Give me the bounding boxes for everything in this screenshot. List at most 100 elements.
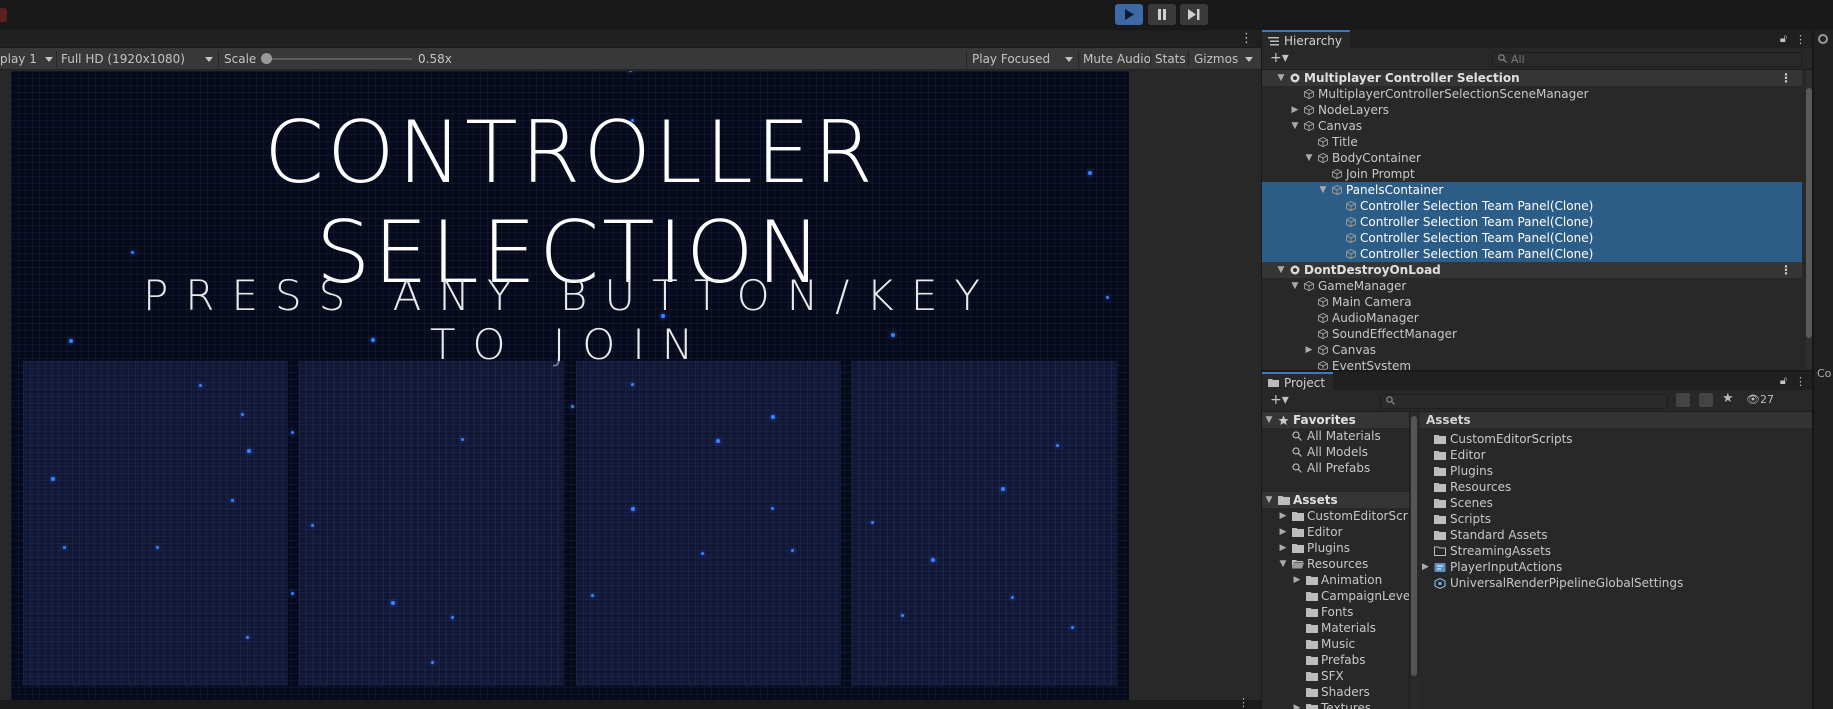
collapsed-arrow-icon[interactable]: ▶ <box>1292 700 1302 709</box>
asset-item[interactable]: Scenes <box>1420 495 1812 511</box>
hierarchy-item[interactable]: EventSystem <box>1262 358 1802 370</box>
collapsed-arrow-icon[interactable]: ▶ <box>1292 572 1302 588</box>
chevron-down-icon[interactable] <box>1245 57 1253 62</box>
filter-by-label-icon[interactable] <box>1699 393 1713 407</box>
expanded-arrow-icon[interactable]: ▼ <box>1264 412 1274 428</box>
pause-button[interactable] <box>1148 4 1176 25</box>
mute-audio-toggle[interactable]: Mute Audio <box>1083 48 1151 70</box>
project-tree-section[interactable]: ▼ Assets <box>1262 492 1409 508</box>
asset-item[interactable]: CustomEditorScripts <box>1420 431 1812 447</box>
tab-hierarchy[interactable]: Hierarchy <box>1262 30 1351 48</box>
step-button[interactable] <box>1180 4 1208 25</box>
collapsed-arrow-icon[interactable]: ▶ <box>1304 342 1314 358</box>
hierarchy-item[interactable]: Title <box>1262 134 1802 150</box>
collapsed-arrow-icon[interactable]: ▶ <box>1422 559 1429 575</box>
display-dropdown[interactable]: play 1 <box>0 48 37 70</box>
expanded-arrow-icon[interactable]: ▼ <box>1318 182 1328 198</box>
star-icon[interactable]: ★ <box>1722 391 1734 406</box>
project-tree-item[interactable]: ▶ Plugins <box>1262 540 1409 556</box>
project-tree-item[interactable]: Materials <box>1262 620 1409 636</box>
gizmos-toggle[interactable]: Gizmos <box>1194 48 1238 70</box>
project-tree-item[interactable]: All Materials <box>1262 428 1409 444</box>
collapsed-arrow-icon[interactable]: ▶ <box>1278 540 1288 556</box>
stats-toggle[interactable]: Stats <box>1155 48 1186 70</box>
hierarchy-item[interactable]: Main Camera <box>1262 294 1802 310</box>
hierarchy-item[interactable]: Controller Selection Team Panel(Clone) <box>1262 198 1802 214</box>
create-asset-button[interactable]: +▾ <box>1270 393 1289 407</box>
lock-icon[interactable]: 🔓︎ <box>1780 32 1787 46</box>
search-by-type-icon[interactable] <box>1676 393 1690 407</box>
expanded-arrow-icon[interactable]: ▼ <box>1290 278 1300 294</box>
asset-item[interactable]: Standard Assets <box>1420 527 1812 543</box>
hierarchy-item[interactable]: ▼ BodyContainer <box>1262 150 1802 166</box>
project-tree-item[interactable]: CampaignLeve <box>1262 588 1409 604</box>
project-tree-item[interactable]: ▶ Animation <box>1262 572 1409 588</box>
hierarchy-item[interactable]: Controller Selection Team Panel(Clone) <box>1262 214 1802 230</box>
expanded-arrow-icon[interactable]: ▼ <box>1304 150 1314 166</box>
kebab-menu-icon[interactable]: ⋮ <box>1795 33 1806 46</box>
project-search-input[interactable] <box>1380 394 1668 409</box>
inspector-icon[interactable] <box>1818 34 1828 44</box>
hierarchy-item[interactable]: Controller Selection Team Panel(Clone) <box>1262 230 1802 246</box>
asset-item[interactable]: Resources <box>1420 479 1812 495</box>
collapsed-arrow-icon[interactable]: ▶ <box>1278 508 1288 524</box>
project-tree-item[interactable]: ▶ Editor <box>1262 524 1409 540</box>
hidden-packages-toggle[interactable]: 👁︎27 <box>1746 393 1774 406</box>
hierarchy-item[interactable]: Join Prompt <box>1262 166 1802 182</box>
asset-item[interactable]: ▶ PlayerInputActions <box>1420 559 1812 575</box>
hierarchy-item[interactable]: ▼ Canvas <box>1262 118 1802 134</box>
collapsed-arrow-icon[interactable]: ▶ <box>1290 102 1300 118</box>
hierarchy-item[interactable]: AudioManager <box>1262 310 1802 326</box>
project-tree-section[interactable]: ▼ Favorites <box>1262 412 1409 428</box>
scale-slider-track[interactable] <box>266 58 412 60</box>
hierarchy-search-input[interactable]: All <box>1492 52 1802 67</box>
folder-tree-scrollbar[interactable] <box>1410 412 1418 709</box>
asset-item[interactable]: StreamingAssets <box>1420 543 1812 559</box>
kebab-menu-icon[interactable]: ⋮ <box>1780 70 1792 86</box>
scale-slider-handle[interactable] <box>261 53 272 64</box>
hierarchy-item[interactable]: ▼ PanelsContainer <box>1262 182 1802 198</box>
expanded-arrow-icon[interactable]: ▼ <box>1264 492 1274 508</box>
console-tab-cutoff[interactable]: Co <box>1817 367 1831 380</box>
project-tree-item[interactable]: Music <box>1262 636 1409 652</box>
hierarchy-item[interactable]: Controller Selection Team Panel(Clone) <box>1262 246 1802 262</box>
tab-project[interactable]: Project <box>1262 372 1334 390</box>
project-tree-item[interactable]: SFX <box>1262 668 1409 684</box>
expanded-arrow-icon[interactable]: ▼ <box>1278 556 1288 572</box>
project-tree-item[interactable]: Shaders <box>1262 684 1409 700</box>
kebab-menu-icon[interactable]: ⋮ <box>1238 696 1249 709</box>
expanded-arrow-icon[interactable]: ▼ <box>1290 118 1300 134</box>
hierarchy-item[interactable]: SoundEffectManager <box>1262 326 1802 342</box>
hierarchy-scene-row[interactable]: ▼ DontDestroyOnLoad ⋮ <box>1262 262 1802 278</box>
play-button[interactable] <box>1115 4 1143 25</box>
lock-icon[interactable]: 🔓︎ <box>1780 374 1787 388</box>
hierarchy-item[interactable]: MultiplayerControllerSelectionSceneManag… <box>1262 86 1802 102</box>
game-viewport[interactable]: CONTROLLER SELECTION PRESS ANY BUTTON/KE… <box>0 70 1261 700</box>
kebab-menu-icon[interactable]: ⋮ <box>1780 262 1792 278</box>
project-tree-item[interactable]: All Prefabs <box>1262 460 1409 476</box>
project-tree-item[interactable]: ▶ Textures <box>1262 700 1409 709</box>
expanded-arrow-icon[interactable]: ▼ <box>1276 70 1286 86</box>
project-tree-item[interactable]: Fonts <box>1262 604 1409 620</box>
collapsed-arrow-icon[interactable]: ▶ <box>1278 524 1288 540</box>
hierarchy-item[interactable]: ▼ GameManager <box>1262 278 1802 294</box>
collab-icon[interactable] <box>0 8 7 22</box>
asset-item[interactable]: Editor <box>1420 447 1812 463</box>
scrollbar-thumb[interactable] <box>1806 88 1812 338</box>
asset-item[interactable]: UniversalRenderPipelineGlobalSettings <box>1420 575 1812 591</box>
add-object-button[interactable]: +▾ <box>1270 51 1289 65</box>
play-mode-dropdown[interactable]: Play Focused <box>972 48 1050 70</box>
project-tree-item[interactable]: ▼ Resources <box>1262 556 1409 572</box>
expanded-arrow-icon[interactable]: ▼ <box>1276 262 1286 278</box>
project-tree-item[interactable]: Prefabs <box>1262 652 1409 668</box>
hierarchy-item[interactable]: ▶ Canvas <box>1262 342 1802 358</box>
project-tree-item[interactable]: ▶ CustomEditorScr <box>1262 508 1409 524</box>
project-tree-item[interactable]: All Models <box>1262 444 1409 460</box>
scrollbar-thumb[interactable] <box>1411 416 1417 676</box>
hierarchy-scene-row[interactable]: ▼ Multiplayer Controller Selection ⋮ <box>1262 70 1802 86</box>
kebab-menu-icon[interactable]: ⋮ <box>1240 30 1253 48</box>
asset-item[interactable]: Scripts <box>1420 511 1812 527</box>
hierarchy-scrollbar[interactable] <box>1806 70 1812 370</box>
asset-item[interactable]: Plugins <box>1420 463 1812 479</box>
resolution-dropdown[interactable]: Full HD (1920x1080) <box>61 48 185 70</box>
